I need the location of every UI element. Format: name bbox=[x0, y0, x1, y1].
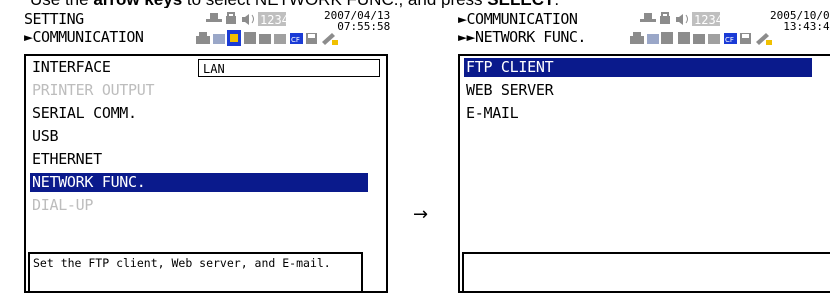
transition-arrow: → bbox=[413, 204, 429, 225]
menu-item-ftp-client[interactable]: FTP CLIENT bbox=[464, 58, 812, 77]
svg-text:CF: CF bbox=[725, 36, 734, 44]
speaker-icon bbox=[676, 14, 688, 25]
cf-card-icon: CF bbox=[724, 33, 737, 44]
screen-subtitle: ►COMMUNICATION bbox=[24, 28, 144, 46]
usb-icon bbox=[708, 34, 720, 44]
menu-item-ethernet[interactable]: ETHERNET bbox=[30, 150, 102, 169]
network-icon bbox=[640, 13, 656, 22]
instruction-arrow-keys: arrow keys bbox=[93, 0, 182, 8]
network-icon bbox=[206, 13, 222, 22]
help-text bbox=[462, 252, 830, 291]
screen-subtitle: ►►NETWORK FUNC. bbox=[458, 28, 586, 46]
floppy-icon bbox=[740, 33, 751, 44]
floppy-icon bbox=[306, 33, 317, 44]
time-text: 07:55:58 bbox=[337, 20, 391, 33]
tools-icon bbox=[322, 33, 338, 45]
screen-title: ►COMMUNICATION bbox=[458, 10, 578, 28]
memory-icon bbox=[678, 32, 705, 44]
status-indicator-text: 1234 bbox=[694, 13, 723, 27]
lock-icon bbox=[660, 12, 670, 24]
screen-title: SETTING bbox=[24, 10, 84, 28]
menu-item-web-server[interactable]: WEB SERVER bbox=[464, 81, 554, 100]
network-status-icon bbox=[647, 32, 673, 44]
menu-item-printer-output: PRINTER OUTPUT bbox=[32, 81, 155, 99]
menu-item-serial-comm[interactable]: SERIAL COMM. bbox=[30, 104, 137, 123]
datetime: 2005/10/0 13:43:4 bbox=[770, 10, 830, 32]
instruction-middle: to select NETWORK FUNC., and press bbox=[182, 0, 487, 8]
instruction-text: Use the arrow keys to select NETWORK FUN… bbox=[30, 0, 830, 8]
menu-item-network-func[interactable]: NETWORK FUNC. bbox=[30, 173, 368, 192]
datetime: 2007/04/13 07:55:58 bbox=[324, 10, 390, 32]
time-text: 13:43:4 bbox=[783, 20, 830, 33]
memory-icon bbox=[244, 32, 271, 44]
network-status-icon bbox=[213, 30, 241, 46]
svg-text:CF: CF bbox=[291, 36, 300, 44]
counter-icon: 1234 bbox=[258, 12, 289, 27]
instruction-prefix: Use the bbox=[30, 0, 93, 8]
menu-item-interface[interactable]: INTERFACE bbox=[30, 58, 111, 77]
printer-icon bbox=[196, 32, 210, 44]
counter-icon: 1234 bbox=[692, 12, 723, 27]
settings-panel: FTP CLIENT WEB SERVER E-MAIL bbox=[458, 54, 830, 293]
speaker-icon bbox=[242, 14, 254, 25]
printer-icon bbox=[630, 32, 644, 44]
usb-icon bbox=[274, 34, 286, 44]
instruction-select-key: SELECT bbox=[487, 0, 554, 8]
interface-value[interactable]: LAN bbox=[198, 59, 380, 77]
tools-icon bbox=[756, 33, 772, 45]
cf-card-icon: CF bbox=[290, 33, 303, 44]
menu-item-usb[interactable]: USB bbox=[30, 127, 59, 146]
menu-item-dial-up: DIAL-UP bbox=[32, 196, 94, 214]
menu-item-e-mail[interactable]: E-MAIL bbox=[464, 104, 519, 123]
instruction-suffix: . bbox=[554, 0, 559, 8]
lock-icon bbox=[226, 12, 236, 24]
status-indicator-text: 1234 bbox=[260, 13, 289, 27]
settings-panel: INTERFACE LAN PRINTER OUTPUT SERIAL COMM… bbox=[24, 54, 388, 293]
help-text: Set the FTP client, Web server, and E-ma… bbox=[28, 252, 363, 291]
